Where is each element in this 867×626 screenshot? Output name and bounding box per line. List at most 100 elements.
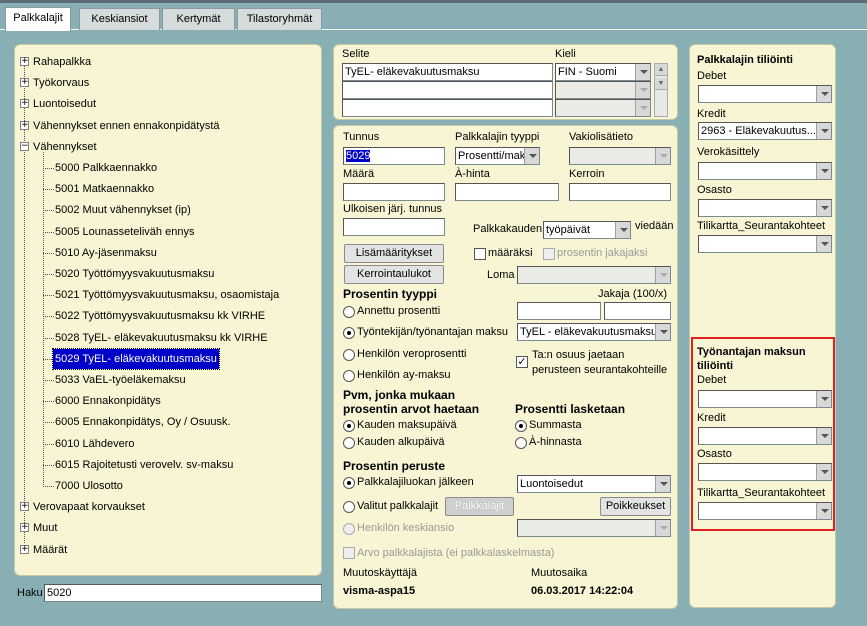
tree-item[interactable]: 5010 Ay-jäsenmaksu <box>20 243 318 263</box>
collapse-icon[interactable]: − <box>20 141 29 151</box>
tab-keskiansiot[interactable]: Keskiansiot <box>79 8 160 30</box>
scroll-up-icon[interactable]: ▲ <box>655 64 667 76</box>
lisamaaritykset-button[interactable]: Lisämääritykset <box>344 244 444 263</box>
chevron-down-icon[interactable] <box>816 200 831 216</box>
chevron-down-icon[interactable] <box>635 82 650 98</box>
osasto-select[interactable] <box>698 199 832 217</box>
radio-ahinnasta[interactable] <box>515 437 527 449</box>
selite-field-1[interactable]: TyEL- eläkevakuutusmaksu <box>342 63 553 81</box>
tyyppi-label: Palkkalajin tyyppi <box>455 131 540 143</box>
chevron-down-icon[interactable] <box>655 148 670 164</box>
tree-item[interactable]: 5029 TyEL- eläkevakuutusmaksu <box>20 347 318 370</box>
chevron-down-icon[interactable] <box>816 236 831 252</box>
selite-field-3[interactable] <box>342 99 553 117</box>
arvo-checkbox[interactable] <box>343 547 355 559</box>
tree-group[interactable]: + Vähennykset ennen ennakonpidätystä <box>20 116 318 136</box>
tree-item[interactable]: 6015 Rajoitetusti verovelv. sv-maksu <box>20 455 318 475</box>
tyontekijan-maksu-select[interactable]: TyEL - eläkevakuutusmaksu <box>517 323 671 341</box>
tree-item[interactable]: 5021 Työttömyysvakuutusmaksu, osaomistaj… <box>20 285 318 305</box>
jakaja-input[interactable] <box>604 302 671 320</box>
expand-icon[interactable]: + <box>20 523 29 533</box>
expand-icon[interactable]: + <box>20 544 29 554</box>
maara-input[interactable] <box>343 183 445 201</box>
ulkoinen-input[interactable] <box>343 218 445 236</box>
chevron-down-icon[interactable] <box>655 520 670 536</box>
palkkalajiluokan-select[interactable]: Luontoisedut <box>517 475 671 493</box>
chevron-down-icon[interactable] <box>635 100 650 116</box>
tree-group[interactable]: + Työkorvaus <box>20 73 318 93</box>
chevron-down-icon[interactable] <box>635 64 650 80</box>
radio-ay-maksu[interactable] <box>343 370 355 382</box>
palkkakauden-select[interactable]: työpäivät <box>543 221 631 239</box>
jakajaksi-checkbox[interactable] <box>543 248 555 260</box>
tree-item[interactable]: 5001 Matkaennakko <box>20 179 318 199</box>
tab-tilastoryhmat[interactable]: Tilastoryhmät <box>237 8 322 30</box>
loma-select[interactable] <box>517 266 671 284</box>
expand-icon[interactable]: + <box>20 120 29 130</box>
kieli-select-3[interactable] <box>555 99 651 117</box>
radio-henkilon-keskiansio[interactable] <box>343 523 355 535</box>
tree-group[interactable]: + Rahapalkka <box>20 52 318 72</box>
osuus-checkbox[interactable]: ✓ <box>516 356 528 368</box>
expand-icon[interactable]: + <box>20 502 29 512</box>
expand-icon[interactable]: + <box>20 78 29 88</box>
selite-field-2[interactable] <box>342 81 553 99</box>
scroll-down-icon[interactable]: ▼ <box>655 78 667 90</box>
tree-item[interactable]: 5005 Lounasseteliväh ennys <box>20 222 318 242</box>
kieli-select-2[interactable] <box>555 81 651 99</box>
tree-item[interactable]: 7000 Ulosotto <box>20 476 318 496</box>
radio-kauden-alkupaiva[interactable] <box>343 437 355 449</box>
keskiansio-select[interactable] <box>517 519 671 537</box>
tree-item[interactable]: 5020 Työttömyysvakuutusmaksu <box>20 264 318 284</box>
description-scrollbar[interactable]: ▲ ▼ <box>654 63 668 117</box>
tunnus-input[interactable]: 5029 <box>343 147 445 165</box>
tree-item[interactable]: 5033 VaEL-työeläkemaksu <box>20 370 318 390</box>
prosentti-input[interactable] <box>517 302 601 320</box>
vakiolisatieto-select[interactable] <box>569 147 671 165</box>
tree-item[interactable]: 5022 Työttömyysvakuutusmaksu kk VIRHE <box>20 306 318 326</box>
tree-group[interactable]: + Verovapaat korvaukset <box>20 497 318 517</box>
radio-valitut-palkkalajit[interactable] <box>343 501 355 513</box>
tree-group[interactable]: + Luontoisedut <box>20 94 318 114</box>
kerrointaulukot-button[interactable]: Kerrointaulukot <box>344 265 444 284</box>
tree-item[interactable]: 5002 Muut vähennykset (ip) <box>20 200 318 220</box>
expand-icon[interactable]: + <box>20 99 29 109</box>
chevron-down-icon[interactable] <box>655 324 670 340</box>
verokasittely-select[interactable] <box>698 162 832 180</box>
radio-veroprosentti[interactable] <box>343 349 355 361</box>
expand-icon[interactable]: + <box>20 57 29 66</box>
chevron-down-icon[interactable] <box>524 148 539 164</box>
tree-item[interactable]: 6000 Ennakonpidätys <box>20 391 318 411</box>
maaraksi-checkbox[interactable] <box>474 248 486 260</box>
tree-item[interactable]: 5028 TyEL- eläkevakuutusmaksu kk VIRHE <box>20 328 318 348</box>
search-input[interactable]: 5020 <box>44 584 322 602</box>
tab-palkkalajit[interactable]: Palkkalajit <box>5 7 71 31</box>
chevron-down-icon[interactable] <box>816 86 831 102</box>
tyyppi-select[interactable]: Prosentti/maksu <box>455 147 540 165</box>
tab-kertymat[interactable]: Kertymät <box>162 8 235 30</box>
radio-palkkalajiluokan[interactable] <box>343 477 355 489</box>
tree-item[interactable]: 6005 Ennakonpidätys, Oy / Osuusk. <box>20 412 318 432</box>
kieli-select-1[interactable]: FIN - Suomi <box>555 63 651 81</box>
kredit-select[interactable]: 2963 - Eläkevakuutus... <box>698 122 832 140</box>
chevron-down-icon[interactable] <box>816 123 831 139</box>
kerroin-input[interactable] <box>569 183 671 201</box>
radio-tyontekijan-maksu[interactable] <box>343 327 355 339</box>
tree-group[interactable]: + Määrät <box>20 540 318 560</box>
radio-kauden-maksupaiva[interactable] <box>343 420 355 432</box>
chevron-down-icon[interactable] <box>615 222 630 238</box>
radio-annettu-prosentti[interactable] <box>343 306 355 318</box>
chevron-down-icon[interactable] <box>816 163 831 179</box>
tree-item[interactable]: 6010 Lähdevero <box>20 434 318 454</box>
palkkalajit-button[interactable]: Palkkalajit <box>445 497 514 516</box>
tree-item[interactable]: 5000 Palkkaennakko <box>20 158 318 178</box>
chevron-down-icon[interactable] <box>655 476 670 492</box>
tilikartta-select[interactable] <box>698 235 832 253</box>
poikkeukset-button[interactable]: Poikkeukset <box>600 497 671 516</box>
tree-group[interactable]: + Muut <box>20 518 318 538</box>
tree-group[interactable]: − Vähennykset <box>20 137 318 157</box>
chevron-down-icon[interactable] <box>655 267 670 283</box>
radio-summasta[interactable] <box>515 420 527 432</box>
ahinta-input[interactable] <box>455 183 559 201</box>
debet-select[interactable] <box>698 85 832 103</box>
